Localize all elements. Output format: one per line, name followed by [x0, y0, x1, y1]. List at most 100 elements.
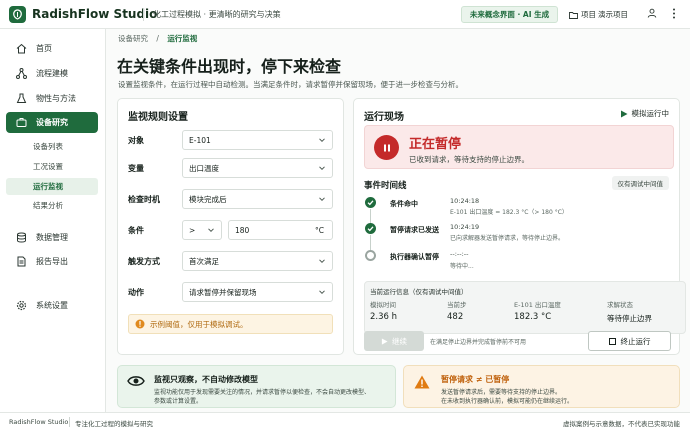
info-label-step: 当前步: [447, 301, 467, 309]
sidebar-item-properties[interactable]: 物性与方法: [6, 88, 98, 109]
info-label-solve-status: 求解状态: [607, 301, 633, 309]
variable-value: 出口温度: [189, 163, 219, 173]
info-label-temperature: E-101 出口温度: [514, 301, 561, 309]
pause-request-callout: 暂停请求 ≠ 已暂停 发送暂停请求后，需要等待支持的停止边界。 在未收到执行器确…: [403, 365, 680, 408]
app-name: RadishFlow Studio: [32, 7, 158, 21]
timing-value: 模块完成后: [189, 194, 227, 204]
operator-value: >: [189, 225, 196, 235]
flow-icon: [15, 68, 27, 80]
page-title: 在关键条件出现时，停下来检查: [117, 57, 342, 76]
app-tagline: 化工过程模拟 · 更清晰的研究与决策: [153, 10, 281, 19]
chevron-down-icon: [319, 290, 325, 295]
info-value-temperature: 182.3 °C: [514, 312, 552, 322]
threshold-value: 180: [235, 225, 250, 235]
report-icon: [15, 256, 27, 268]
chevron-down-icon: [319, 259, 325, 264]
info-value-sim-time: 2.36 h: [370, 312, 398, 322]
timeline-title: 事件时间线: [364, 181, 407, 191]
stop-run-button[interactable]: 终止运行: [588, 331, 671, 351]
threshold-input[interactable]: 180 °C: [228, 220, 333, 240]
info-value-step: 482: [447, 312, 464, 322]
pausing-banner: 正在暂停 已收到请求，等待支持的停止边界。: [364, 125, 674, 169]
timing-select[interactable]: 模块完成后: [182, 189, 333, 209]
warning-circle-icon: [135, 319, 145, 329]
sidebar-item-flow[interactable]: 流程建模: [6, 63, 98, 84]
breadcrumb-current: 运行监视: [167, 34, 198, 43]
breadcrumb-separator: /: [156, 34, 159, 43]
pause-icon: [374, 135, 399, 160]
object-select[interactable]: E-101: [182, 130, 333, 150]
briefcase-icon: [15, 117, 27, 129]
sim-status-text: 模拟运行中: [631, 109, 670, 118]
page-lead: 设置监视条件，在运行过程中自动检测。当满足条件时，请求暂停并保留现场，便于进一步…: [118, 80, 463, 89]
timeline-connector: [370, 235, 371, 251]
trigger-value: 首次满足: [189, 256, 219, 266]
runtime-info-title: 当前运行信息（仅有调试中间值）: [370, 288, 468, 296]
action-value: 请求暂停并保留现场: [189, 287, 257, 297]
stop-icon: [608, 337, 616, 345]
info-label-sim-time: 模拟时间: [370, 301, 396, 309]
user-icon[interactable]: [647, 8, 657, 18]
sidebar-item-label: 设备研究: [36, 118, 68, 127]
sidebar-item-data[interactable]: 数据管理: [6, 227, 98, 248]
runtime-info-panel: 当前运行信息（仅有调试中间值） 模拟时间 2.36 h 当前步 482 E-10…: [364, 281, 686, 334]
sidebar-subitem-monitor[interactable]: 运行监视: [6, 178, 98, 195]
timeline-badge: 仅有调试中间值: [611, 176, 669, 190]
sidebar-item-label: 数据管理: [36, 233, 68, 242]
event-time: 10:24:18: [450, 197, 480, 205]
eye-icon: [127, 376, 145, 386]
projects-menu[interactable]: 项目: [569, 9, 596, 20]
field-label-object: 对象: [128, 136, 144, 145]
chevron-down-icon: [208, 228, 214, 233]
action-select[interactable]: 请求暂停并保留现场: [182, 282, 333, 302]
pending-circle-icon: [365, 250, 376, 261]
sidebar-item-settings[interactable]: 系统设置: [6, 295, 98, 316]
sidebar-item-equipment[interactable]: 设备研究: [6, 112, 98, 133]
demo-project-label[interactable]: 演示项目: [598, 9, 628, 20]
sidebar-item-label: 报告导出: [36, 257, 68, 266]
footer: RadishFlow Studio 专注化工过程的模拟与研究 虚拟案例与示意数据…: [0, 412, 690, 431]
sidebar-subitem-conditions[interactable]: 工况设置: [6, 158, 98, 175]
operator-select[interactable]: >: [182, 220, 222, 240]
more-icon[interactable]: [672, 8, 676, 19]
event-title: 执行器确认暂停: [390, 253, 439, 261]
pausing-desc: 已收到请求，等待支持的停止边界。: [409, 155, 529, 164]
event-title: 暂停请求已发送: [390, 226, 439, 234]
event-title: 条件命中: [390, 200, 418, 208]
breadcrumb-parent[interactable]: 设备研究: [118, 34, 148, 43]
sidebar-subitem-equipment-list[interactable]: 设备列表: [6, 138, 98, 155]
header-divider: [143, 8, 144, 21]
observe-text: 参数或计算设置。: [154, 398, 203, 405]
trigger-select[interactable]: 首次满足: [182, 251, 333, 271]
play-icon: [381, 337, 388, 345]
field-label-timing: 检查时机: [128, 195, 160, 204]
event-time: 10:24:19: [450, 223, 480, 231]
object-value: E-101: [189, 135, 211, 145]
database-icon: [15, 232, 27, 244]
footer-divider: [69, 417, 70, 427]
sim-status: 模拟运行中: [620, 108, 670, 119]
stop-label: 终止运行: [620, 336, 651, 346]
threshold-note: 示例阈值，仅用于模拟调试。: [128, 314, 333, 334]
sidebar-item-report[interactable]: 报告导出: [6, 251, 98, 272]
variable-select[interactable]: 出口温度: [182, 158, 333, 178]
check-icon: [365, 197, 376, 208]
observe-title: 监视只观察，不自动修改模型: [154, 375, 258, 384]
pausing-title: 正在暂停: [409, 137, 462, 152]
app-logo: [9, 6, 26, 23]
footer-tagline: 专注化工过程的模拟与研究: [75, 420, 153, 428]
chevron-down-icon: [319, 166, 325, 171]
warn-title: 暂停请求 ≠ 已暂停: [441, 375, 510, 384]
concept-badge: 未来概念界面 · AI 生成: [461, 6, 558, 23]
rules-title: 监视规则设置: [128, 112, 188, 123]
sidebar: 首页 流程建模 物性与方法 设备研究 设备列表 工况设置 运行监视 结果分析 数…: [0, 29, 106, 412]
threshold-unit: °C: [315, 226, 324, 235]
home-icon: [15, 43, 27, 55]
sidebar-subitem-results[interactable]: 结果分析: [6, 197, 98, 214]
field-label-condition: 条件: [128, 226, 144, 235]
top-bar: RadishFlow Studio 化工过程模拟 · 更清晰的研究与决策 未来概…: [0, 0, 690, 29]
sidebar-item-home[interactable]: 首页: [6, 38, 98, 59]
continue-button[interactable]: 继续: [364, 331, 424, 351]
warn-text: 在未收到执行器确认前，模拟可能仍在继续运行。: [441, 398, 574, 405]
folder-icon: [569, 11, 578, 19]
